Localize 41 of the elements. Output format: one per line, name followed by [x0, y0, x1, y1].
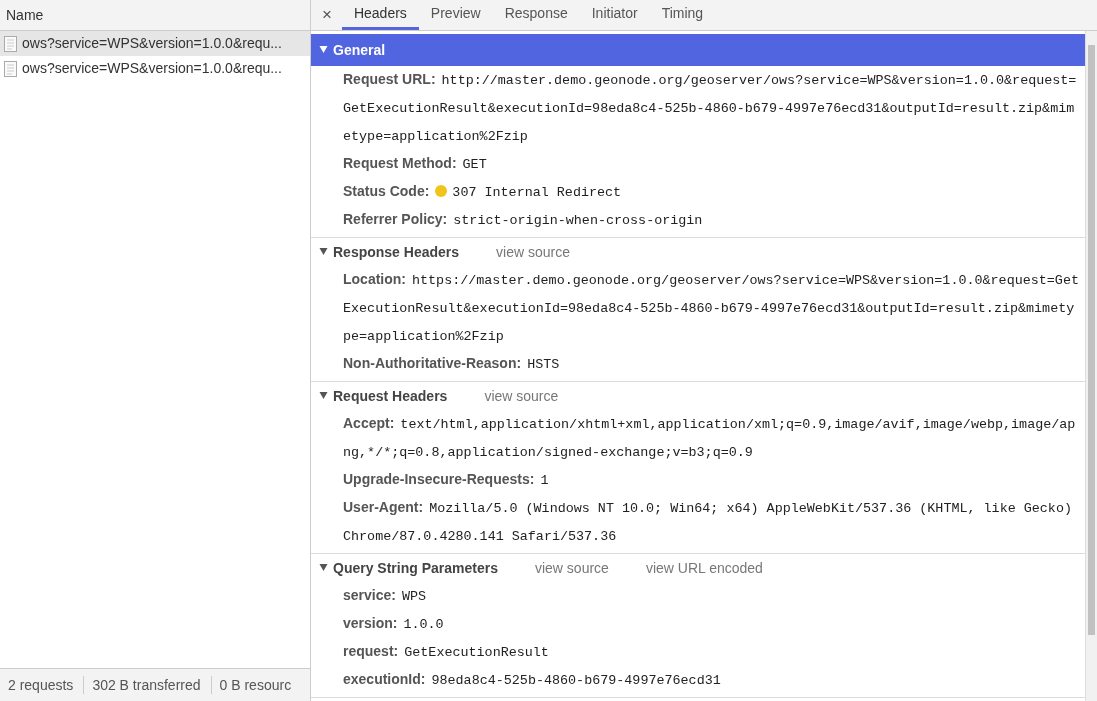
status-text: 0 B resourc [218, 676, 293, 694]
header-row-text: executionId: 98eda8c4-525b-4860-b679-4997e76ecd31 [342, 670, 722, 690]
scrollbar[interactable] [1085, 31, 1097, 701]
status-text: 2 requests [0, 676, 85, 694]
header-row-text: service: WPS [342, 586, 428, 606]
expanded-triangle-icon [319, 564, 328, 572]
header-row-text: Accept: text/html,application/xhtml+xml,application/xml;q=0.9,image/avif,image/webp,image/apng,*/*;q=0.8,application/signed-exchange;v=b3;q=0.9 [342, 414, 1077, 462]
request-row[interactable]: ows?service=WPS&version=1.0.0&requ... [0, 31, 310, 56]
tab[interactable]: Initiator [579, 0, 650, 30]
view-link[interactable]: view source [534, 557, 609, 579]
document-icon [4, 35, 17, 52]
document-icon [4, 60, 17, 77]
header-row-text: Location: https://master.demo.geonode.org/geoserver/ows?service=WPS&version=1.0.0&request=GetExecutionResult&executionId=98eda8c4-525b-4860-b679-4997e76ecd31&outputId=result.zip&mimetype=application%2Fzip [342, 270, 1080, 346]
header-row-text: Request Method: GET [342, 154, 488, 174]
header-row-text: Status Code: 307 Internal Redirect [342, 182, 623, 202]
header-row-text: Upgrade-Insecure-Requests: 1 [342, 470, 550, 490]
section-header[interactable]: Request Headers view source [311, 382, 1085, 410]
header-row-text: version: 1.0.0 [342, 614, 445, 634]
expanded-triangle-icon [319, 46, 328, 54]
view-link[interactable]: view source [496, 241, 570, 263]
request-row[interactable]: ows?service=WPS&version=1.0.0&requ... [0, 56, 310, 81]
expanded-triangle-icon [319, 392, 328, 400]
view-link[interactable]: view source [484, 385, 559, 407]
tab[interactable]: Timing [649, 0, 716, 30]
scrollbar-thumb[interactable] [1088, 45, 1095, 635]
close-button[interactable]: × [311, 0, 342, 30]
header-row-text: request: GetExecutionResult [342, 642, 550, 662]
tab[interactable]: Preview [418, 0, 493, 30]
header-row-text: User-Agent: Mozilla/5.0 (Windows NT 10.0; Win64; x64) AppleWebKit/537.36 (KHTML, like Gecko) Chrome/87.0.4280.141 Safari/537.36 [342, 498, 1073, 546]
tab[interactable]: Response [492, 0, 580, 30]
section-header[interactable]: Query String Parameters view source view URL encoded [311, 554, 1085, 582]
view-link[interactable]: view URL encoded [645, 557, 763, 579]
expanded-triangle-icon [319, 248, 328, 256]
header-row-text: Non-Authoritative-Reason: HSTS [342, 354, 561, 374]
section-header[interactable]: Response Headers view source [311, 238, 1085, 266]
header-row-text: Request URL: http://master.demo.geonode.org/geoserver/ows?service=WPS&version=1.0.0&request=GetExecutionResult&executionId=98eda8c4-525b-4860-b679-4997e76ecd31&outputId=result.zip&mimetype=application%2Fzip [342, 70, 1078, 146]
column-header[interactable]: Name [0, 0, 310, 31]
status-text: 302 B transferred [84, 676, 212, 694]
tab[interactable]: Headers [341, 0, 419, 30]
section-header[interactable]: General [311, 34, 1085, 66]
header-row-text: Referrer Policy: strict-origin-when-cross-origin [342, 210, 704, 230]
